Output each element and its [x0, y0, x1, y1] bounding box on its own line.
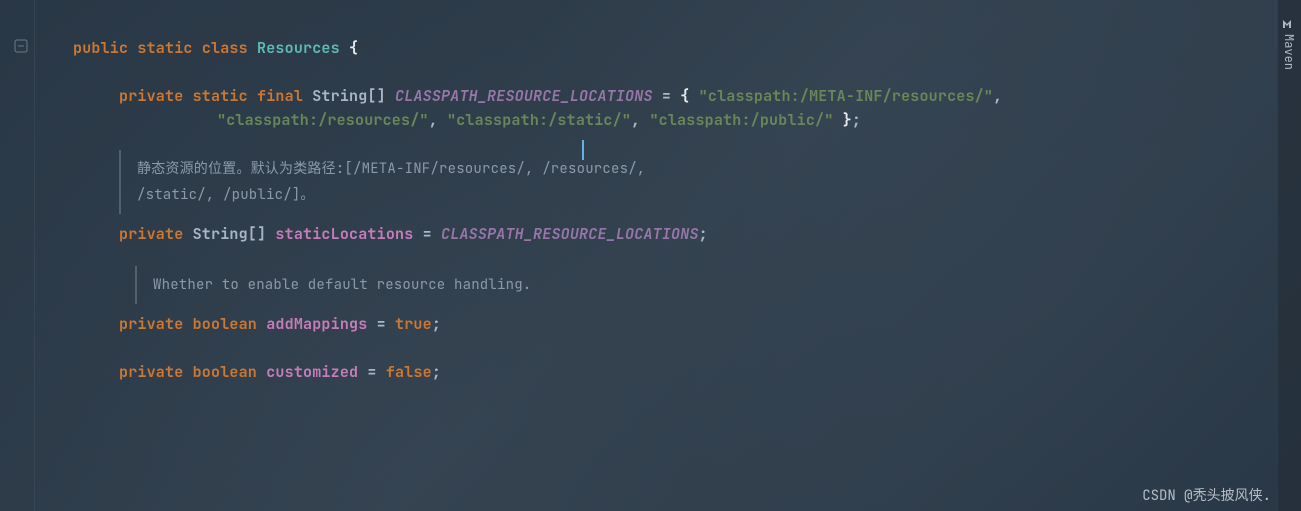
code-editor[interactable]: public static class Resources { private …: [35, 0, 1276, 511]
editor-gutter: [0, 0, 35, 511]
code-line: private boolean addMappings = true;: [35, 312, 1276, 336]
text-cursor: [582, 140, 584, 160]
maven-label: Maven: [1281, 34, 1297, 70]
maven-icon: [1283, 18, 1295, 30]
doc-comment: Whether to enable default resource handl…: [135, 266, 1276, 304]
doc-comment: 静态资源的位置。默认为类路径:[/META-INF/resources/, /r…: [119, 150, 759, 214]
code-line: public static class Resources {: [35, 36, 1276, 60]
tool-window-stripe: Maven: [1277, 0, 1301, 511]
fold-marker-icon[interactable]: [14, 38, 28, 52]
maven-tool-button[interactable]: Maven: [1277, 12, 1301, 76]
code-line: private static final String[] CLASSPATH_…: [35, 84, 1276, 108]
code-line: "classpath:/resources/", "classpath:/sta…: [35, 108, 1276, 132]
code-line: private boolean customized = false;: [35, 360, 1276, 384]
code-line: private String[] staticLocations = CLASS…: [35, 222, 1276, 246]
watermark-text: CSDN @秃头披风侠.: [1142, 485, 1271, 505]
